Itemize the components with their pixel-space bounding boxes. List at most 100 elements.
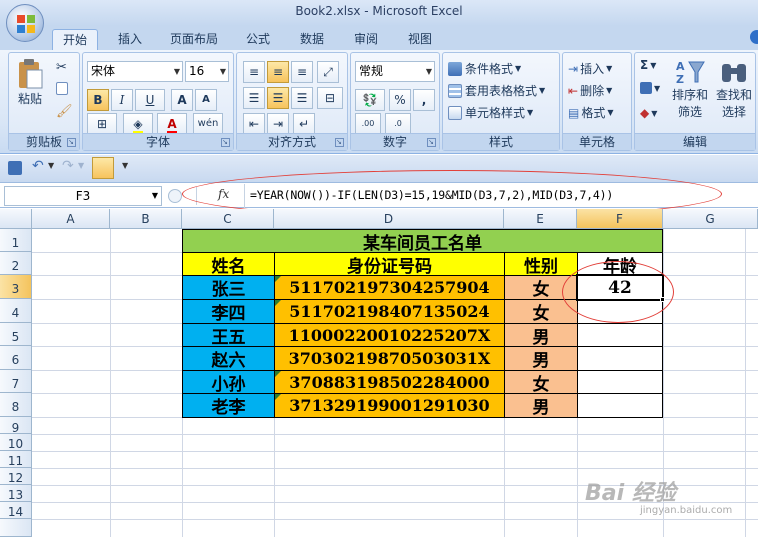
- phonetic-button[interactable]: wén: [193, 113, 223, 135]
- gender-cell[interactable]: 男: [504, 346, 578, 371]
- column-header-g[interactable]: G: [663, 209, 758, 229]
- sheet-title-cell[interactable]: 某车间员工名单: [182, 229, 663, 254]
- age-cell[interactable]: [577, 346, 663, 371]
- redo-icon[interactable]: ↷: [62, 158, 74, 174]
- alignment-launcher-icon[interactable]: ↘: [335, 138, 344, 147]
- row-header-1[interactable]: 1: [0, 229, 32, 252]
- row-header-2[interactable]: 2: [0, 252, 32, 275]
- format-cells-button[interactable]: ▤ 格式 ▼: [567, 103, 615, 122]
- autosum-button[interactable]: Σ ▼: [639, 57, 657, 73]
- column-header-e[interactable]: E: [504, 209, 577, 229]
- underline-button[interactable]: U: [135, 89, 165, 111]
- id-cell[interactable]: 511702197304257904: [274, 275, 505, 300]
- column-header-f[interactable]: F: [577, 209, 663, 229]
- help-icon[interactable]: [750, 30, 758, 44]
- column-header-a[interactable]: A: [32, 209, 110, 229]
- format-painter-button[interactable]: 🖌: [55, 103, 74, 120]
- cell-styles-button[interactable]: 单元格样式 ▼: [447, 103, 534, 122]
- row-header-15[interactable]: [0, 519, 32, 537]
- row-header-12[interactable]: 12: [0, 468, 32, 485]
- form-icon[interactable]: [92, 157, 114, 179]
- column-header-d[interactable]: D: [274, 209, 504, 229]
- row-header-7[interactable]: 7: [0, 370, 32, 393]
- header-id-cell[interactable]: 身份证号码: [274, 252, 505, 277]
- gender-cell[interactable]: 男: [504, 323, 578, 348]
- paste-button[interactable]: 粘贴: [13, 57, 47, 115]
- decrease-indent-button[interactable]: ⇤: [243, 113, 265, 135]
- row-header-5[interactable]: 5: [0, 323, 32, 346]
- column-header-c[interactable]: C: [182, 209, 274, 229]
- tab-data[interactable]: 数据: [290, 29, 334, 50]
- row-header-3[interactable]: 3: [0, 275, 32, 299]
- number-format-select[interactable]: 常规 ▼: [355, 61, 435, 82]
- name-cell[interactable]: 赵六: [182, 346, 275, 371]
- gender-cell[interactable]: 男: [504, 393, 578, 418]
- format-as-table-button[interactable]: 套用表格格式 ▼: [447, 81, 546, 100]
- number-launcher-icon[interactable]: ↘: [427, 138, 436, 147]
- row-header-8[interactable]: 8: [0, 393, 32, 417]
- sort-filter-button[interactable]: A Z 排序和 筛选: [669, 57, 711, 121]
- age-cell[interactable]: [577, 323, 663, 347]
- tab-formulas[interactable]: 公式: [236, 29, 280, 50]
- delete-cells-button[interactable]: ⇤ 删除 ▼: [567, 81, 613, 100]
- font-launcher-icon[interactable]: ↘: [221, 138, 230, 147]
- align-top-button[interactable]: ≡: [243, 61, 265, 83]
- name-cell[interactable]: 老李: [182, 393, 275, 418]
- comma-button[interactable]: ,: [413, 89, 435, 111]
- wrap-text-button[interactable]: ↵: [293, 113, 315, 135]
- orientation-button[interactable]: ⤢: [317, 61, 339, 83]
- row-header-14[interactable]: 14: [0, 502, 32, 519]
- name-cell[interactable]: 小孙: [182, 370, 275, 395]
- align-bottom-button[interactable]: ≡: [291, 61, 313, 83]
- header-age-cell[interactable]: 年龄: [577, 252, 663, 277]
- tab-page-layout[interactable]: 页面布局: [162, 29, 226, 50]
- grow-font-button[interactable]: A: [171, 89, 193, 111]
- name-cell[interactable]: 李四: [182, 299, 275, 324]
- conditional-format-button[interactable]: 条件格式 ▼: [447, 59, 522, 78]
- row-header-4[interactable]: 4: [0, 299, 32, 323]
- borders-button[interactable]: ⊞: [87, 113, 117, 135]
- increase-indent-button[interactable]: ⇥: [267, 113, 289, 135]
- increase-decimal-button[interactable]: .00: [355, 113, 381, 135]
- font-color-button[interactable]: A: [157, 113, 187, 135]
- fill-button[interactable]: ▼: [639, 81, 661, 95]
- row-header-6[interactable]: 6: [0, 346, 32, 370]
- name-cell[interactable]: 王五: [182, 323, 275, 348]
- formula-input[interactable]: =YEAR(NOW())-IF(LEN(D3)=15,19&MID(D3,7,2…: [250, 188, 613, 202]
- fill-handle[interactable]: [660, 297, 665, 302]
- insert-cells-button[interactable]: ⇥ 插入 ▼: [567, 59, 613, 78]
- decrease-decimal-button[interactable]: .0: [385, 113, 411, 135]
- row-header-13[interactable]: 13: [0, 485, 32, 502]
- row-header-9[interactable]: 9: [0, 417, 32, 435]
- chevron-down-icon[interactable]: ▼: [78, 161, 84, 170]
- italic-button[interactable]: I: [111, 89, 133, 111]
- chevron-down-icon[interactable]: ▼: [48, 161, 54, 170]
- copy-button[interactable]: [55, 81, 69, 96]
- clipboard-launcher-icon[interactable]: ↘: [67, 138, 76, 147]
- age-cell[interactable]: [577, 370, 663, 394]
- id-cell[interactable]: 511702198407135024: [274, 299, 505, 324]
- fill-color-button[interactable]: ◈: [123, 113, 153, 135]
- clear-button[interactable]: ◆ ▼: [639, 105, 658, 121]
- cut-button[interactable]: ✂: [55, 59, 68, 76]
- header-gender-cell[interactable]: 性别: [504, 252, 578, 277]
- align-middle-button[interactable]: ≡: [267, 61, 289, 83]
- name-box[interactable]: F3 ▼: [4, 186, 162, 206]
- id-cell[interactable]: 37030219870503031X: [274, 346, 505, 371]
- find-select-button[interactable]: 查找和 选择: [713, 57, 755, 121]
- gender-cell[interactable]: 女: [504, 275, 578, 300]
- gender-cell[interactable]: 女: [504, 370, 578, 395]
- office-button[interactable]: [6, 4, 44, 42]
- age-cell[interactable]: [577, 393, 663, 418]
- tab-view[interactable]: 视图: [398, 29, 442, 50]
- id-cell[interactable]: 11000220010225207X: [274, 323, 505, 347]
- insert-function-icon[interactable]: fx: [218, 187, 229, 201]
- align-left-button[interactable]: ☰: [243, 87, 265, 109]
- align-center-button[interactable]: ☰: [267, 87, 289, 109]
- percent-button[interactable]: %: [389, 89, 411, 111]
- id-cell[interactable]: 370883198502284000: [274, 370, 505, 394]
- name-cell[interactable]: 张三: [182, 275, 275, 300]
- align-right-button[interactable]: ☰: [291, 87, 313, 109]
- font-name-select[interactable]: 宋体 ▼: [87, 61, 183, 82]
- undo-icon[interactable]: ↶: [32, 158, 44, 174]
